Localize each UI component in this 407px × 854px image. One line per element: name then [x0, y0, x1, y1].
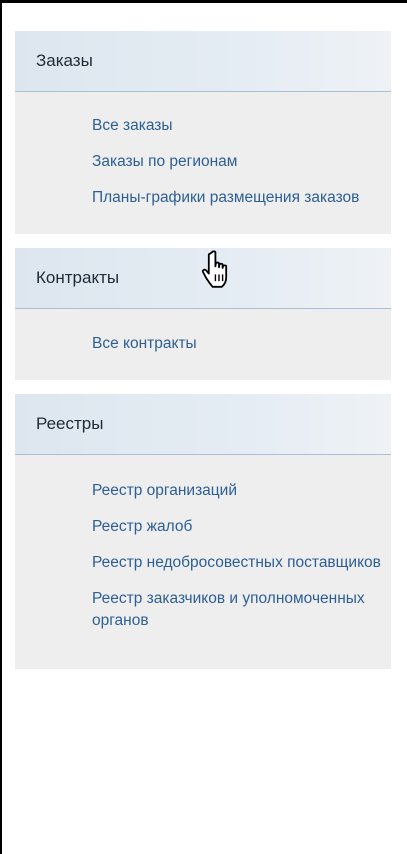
menu-link-orders-by-region[interactable]: Заказы по регионам — [15, 144, 391, 180]
menu-link-all-orders[interactable]: Все заказы — [15, 108, 391, 144]
menu-link-all-contracts[interactable]: Все контракты — [15, 326, 391, 362]
side-menu: Заказы Все заказы Заказы по регионам Пла… — [15, 31, 391, 683]
section-items-orders: Все заказы Заказы по регионам Планы-граф… — [15, 92, 391, 234]
page-frame: Заказы Все заказы Заказы по регионам Пла… — [0, 0, 407, 854]
section-items-contracts: Все контракты — [15, 309, 391, 380]
section-header-orders[interactable]: Заказы — [15, 31, 391, 92]
menu-section-registries: Реестры Реестр организаций Реестр жалоб … — [15, 394, 391, 669]
menu-link-order-schedules[interactable]: Планы-графики размещения заказов — [15, 180, 391, 216]
menu-link-registry-customers[interactable]: Реестр заказчиков и уполномоченных орган… — [15, 581, 391, 639]
menu-link-registry-complaints[interactable]: Реестр жалоб — [15, 509, 391, 545]
section-header-registries[interactable]: Реестры — [15, 394, 391, 455]
menu-section-contracts: Контракты Все контракты — [15, 248, 391, 380]
menu-section-orders: Заказы Все заказы Заказы по регионам Пла… — [15, 31, 391, 234]
section-items-registries: Реестр организаций Реестр жалоб Реестр н… — [15, 455, 391, 669]
section-header-contracts[interactable]: Контракты — [15, 248, 391, 309]
menu-link-registry-unfair-suppliers[interactable]: Реестр недобросовестных поставщиков — [15, 545, 391, 581]
menu-link-registry-organizations[interactable]: Реестр организаций — [15, 473, 391, 509]
